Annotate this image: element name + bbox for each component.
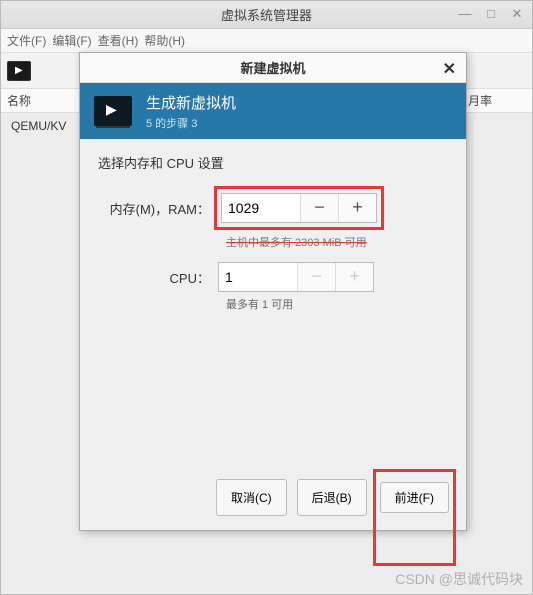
header-text: 生成新虚拟机 5 的步骤 3 [146, 92, 236, 131]
cpu-decrement-button: − [297, 263, 335, 291]
header-title: 生成新虚拟机 [146, 92, 236, 113]
menu-view[interactable]: 查看(H) [98, 32, 139, 49]
new-vm-icon[interactable] [7, 61, 31, 81]
dialog-titlebar: 新建虚拟机 ✕ [80, 53, 466, 83]
titlebar: 虚拟系统管理器 — □ ✕ [1, 1, 532, 29]
maximize-icon[interactable]: □ [482, 5, 500, 23]
ram-label: 内存(M)，RAM： [98, 199, 218, 218]
cpu-input[interactable] [219, 263, 297, 291]
forward-highlight: 前进(F) [373, 469, 456, 566]
back-button[interactable]: 后退(B) [297, 479, 367, 516]
header-step: 5 的步骤 3 [146, 115, 236, 131]
col-rate: 月率 [468, 92, 492, 109]
ram-decrement-button[interactable]: − [300, 194, 338, 222]
menu-help[interactable]: 帮助(H) [144, 32, 185, 49]
dialog-footer: 取消(C) 后退(B) 前进(F) [80, 469, 466, 530]
menubar: 文件(F) 编辑(F) 查看(H) 帮助(H) [1, 29, 532, 53]
cpu-hint: 最多有 1 可用 [226, 296, 448, 312]
col-name: 名称 [1, 92, 81, 109]
close-icon[interactable]: ✕ [443, 59, 456, 79]
dialog-body: 选择内存和 CPU 设置 内存(M)，RAM： − + 主机中最多有 2303 … [80, 139, 466, 469]
cancel-button[interactable]: 取消(C) [216, 479, 287, 516]
menu-file[interactable]: 文件(F) [7, 32, 46, 49]
close-window-icon[interactable]: ✕ [508, 5, 526, 23]
new-vm-dialog: 新建虚拟机 ✕ 生成新虚拟机 5 的步骤 3 选择内存和 CPU 设置 内存(M… [79, 52, 467, 531]
window-controls: — □ ✕ [456, 5, 526, 23]
cpu-spinner: − + [218, 262, 374, 292]
watermark: CSDN @思诚代码块 [395, 569, 523, 589]
section-label: 选择内存和 CPU 设置 [98, 153, 448, 172]
ram-input[interactable] [222, 194, 300, 222]
forward-button[interactable]: 前进(F) [380, 482, 449, 513]
ram-highlight: − + [214, 186, 384, 230]
ram-spinner: − + [221, 193, 377, 223]
ram-row: 内存(M)，RAM： − + [98, 186, 448, 230]
dialog-header: 生成新虚拟机 5 的步骤 3 [80, 83, 466, 139]
vm-icon [94, 96, 132, 126]
ram-hint: 主机中最多有 2303 MiB 可用 [226, 234, 448, 250]
dialog-title: 新建虚拟机 [240, 58, 305, 77]
cpu-label: CPU： [98, 268, 218, 287]
menu-edit[interactable]: 编辑(F) [52, 32, 91, 49]
cpu-row: CPU： − + [98, 262, 448, 292]
minimize-icon[interactable]: — [456, 5, 474, 23]
cpu-increment-button: + [335, 263, 373, 291]
ram-increment-button[interactable]: + [338, 194, 376, 222]
window-title: 虚拟系统管理器 [221, 5, 312, 24]
